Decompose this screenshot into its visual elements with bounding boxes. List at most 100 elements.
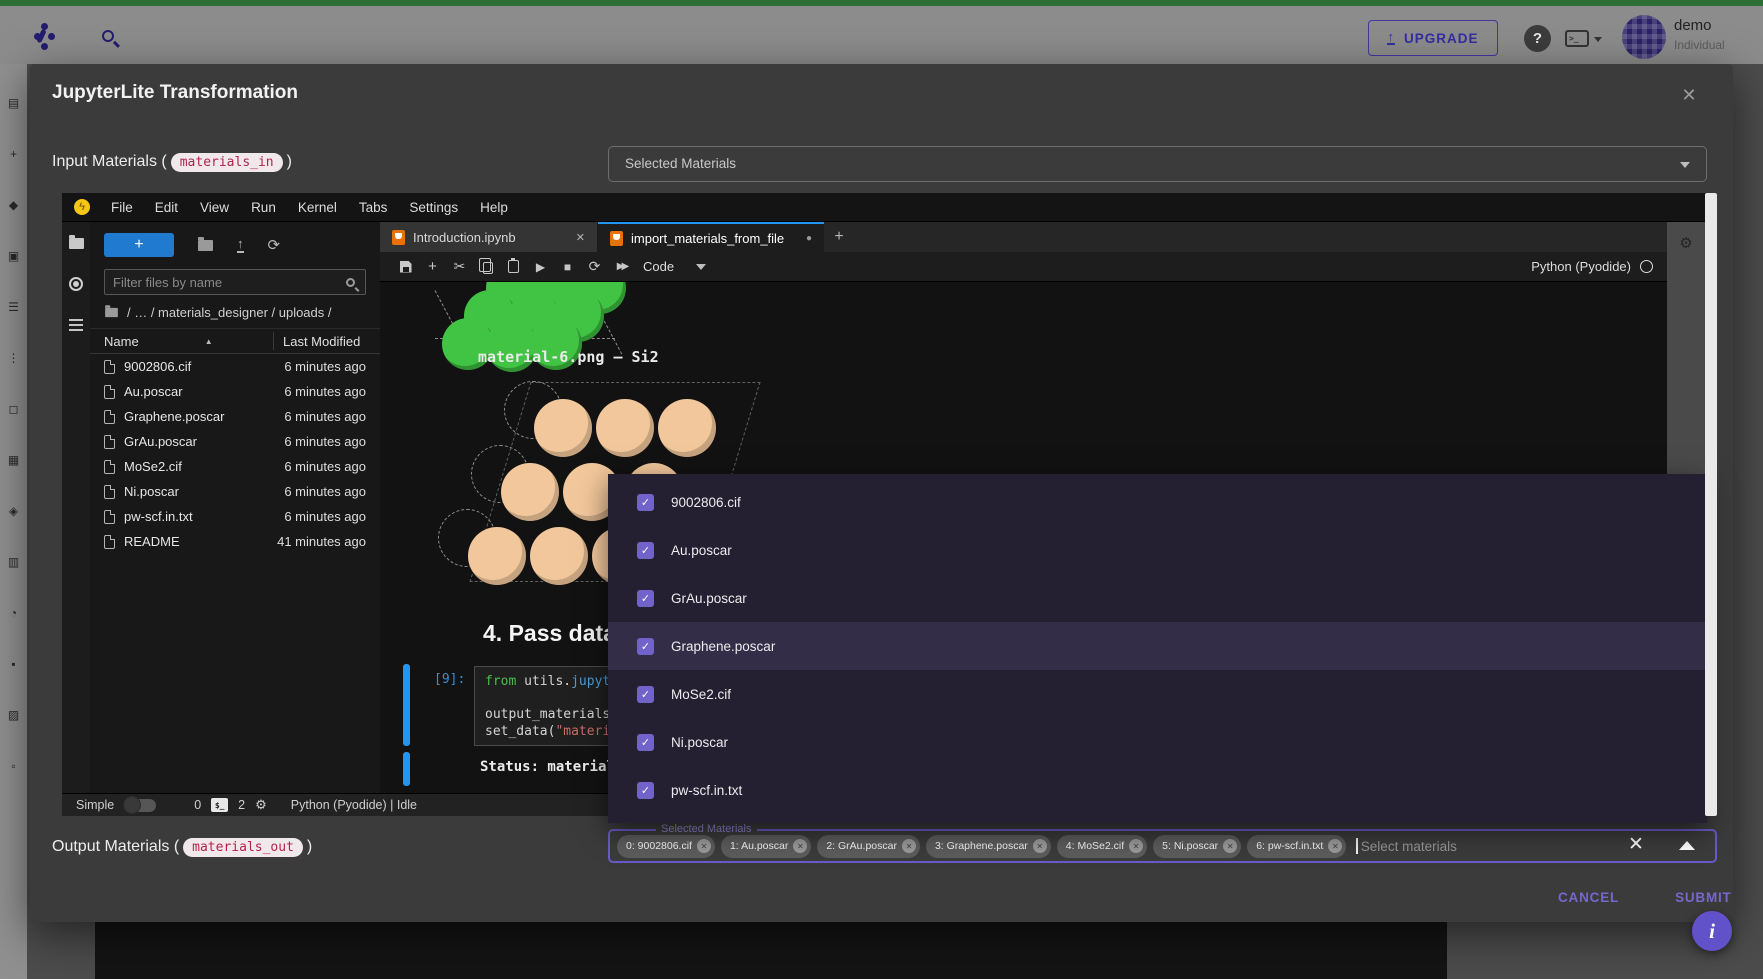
column-name[interactable]: Name xyxy=(90,334,139,349)
material-chip[interactable]: 1: Au.poscar xyxy=(721,835,811,858)
cut-icon[interactable]: ✂ xyxy=(446,258,473,275)
clear-all-icon[interactable]: ✕ xyxy=(1623,833,1649,856)
tab-close-icon[interactable]: ✕ xyxy=(576,231,585,244)
cell-type-select[interactable]: Code xyxy=(643,259,674,274)
selected-materials-multiselect[interactable]: Selected Materials 0: 9002806.cif 1: Au.… xyxy=(608,829,1717,863)
file-row[interactable]: Graphene.poscar 6 minutes ago xyxy=(90,404,380,429)
menu-item[interactable]: Edit xyxy=(144,200,189,215)
restart-run-all-icon[interactable]: ▶▶ xyxy=(608,261,635,272)
filter-files-input[interactable] xyxy=(105,275,346,290)
running-sessions-icon[interactable] xyxy=(69,277,83,291)
figure-caption: material-6.png — Si2 xyxy=(478,348,659,366)
material-option[interactable]: 9002806.cif xyxy=(608,478,1707,526)
menu-item[interactable]: Run xyxy=(240,200,287,215)
file-row[interactable]: pw-scf.in.txt 6 minutes ago xyxy=(90,504,380,529)
restart-icon[interactable]: ⟳ xyxy=(581,258,608,275)
material-chip[interactable]: 5: Ni.poscar xyxy=(1153,835,1241,858)
materials-in-pill: materials_in xyxy=(171,153,283,172)
checkbox-checked-icon[interactable] xyxy=(637,734,654,751)
file-row[interactable]: Ni.poscar 6 minutes ago xyxy=(90,479,380,504)
jupyterlite-transformation-dialog: JupyterLite Transformation ✕ Input Mater… xyxy=(30,64,1733,922)
file-icon xyxy=(104,360,115,374)
menu-item[interactable]: Help xyxy=(469,200,519,215)
chip-remove-icon[interactable] xyxy=(697,839,711,853)
text-cursor xyxy=(1356,838,1358,854)
stop-icon[interactable]: ■ xyxy=(554,260,581,274)
close-icon[interactable]: ✕ xyxy=(1674,80,1704,110)
new-tab-button[interactable]: + xyxy=(824,222,854,252)
menu-item[interactable]: Tabs xyxy=(348,200,399,215)
material-chip[interactable]: 3: Graphene.poscar xyxy=(926,835,1051,858)
save-icon[interactable] xyxy=(392,261,419,273)
menu-item[interactable]: Kernel xyxy=(287,200,348,215)
collapse-caret-icon[interactable] xyxy=(1679,841,1695,850)
file-icon xyxy=(104,510,115,524)
checkbox-checked-icon[interactable] xyxy=(637,494,654,511)
file-icon xyxy=(104,535,115,549)
chip-remove-icon[interactable] xyxy=(1223,839,1237,853)
tab-introduction[interactable]: Introduction.ipynb ✕ xyxy=(380,222,598,252)
kernel-gear-icon: ⚙ xyxy=(255,797,267,813)
refresh-icon[interactable]: ⟳ xyxy=(268,236,281,254)
kernel-name[interactable]: Python (Pyodide) xyxy=(1531,259,1631,274)
cell-indicator[interactable] xyxy=(403,664,410,746)
material-chip[interactable]: 6: pw-scf.in.txt xyxy=(1247,835,1346,858)
material-option[interactable]: Graphene.poscar xyxy=(608,622,1707,670)
file-row[interactable]: GrAu.poscar 6 minutes ago xyxy=(90,429,380,454)
chip-remove-icon[interactable] xyxy=(1033,839,1047,853)
column-last-modified[interactable]: Last Modified xyxy=(283,334,360,349)
menu-item[interactable]: View xyxy=(189,200,240,215)
materials-select-input[interactable]: Select materials xyxy=(1361,839,1457,854)
table-of-contents-icon[interactable] xyxy=(69,319,83,321)
console-menu-icon[interactable]: >_ xyxy=(1565,30,1589,47)
scrollbar[interactable] xyxy=(1705,193,1717,816)
checkbox-checked-icon[interactable] xyxy=(637,782,654,799)
add-cell-icon[interactable]: + xyxy=(419,258,446,275)
app-logo-icon[interactable] xyxy=(34,33,41,40)
file-row[interactable]: Au.poscar 6 minutes ago xyxy=(90,379,380,404)
copy-icon[interactable] xyxy=(473,259,500,274)
checkbox-checked-icon[interactable] xyxy=(637,638,654,655)
material-option[interactable]: GrAu.poscar xyxy=(608,574,1707,622)
material-option[interactable]: Ni.poscar xyxy=(608,718,1707,766)
upload-icon[interactable]: ↑ xyxy=(237,238,244,253)
menu-item[interactable]: Settings xyxy=(398,200,469,215)
search-icon[interactable] xyxy=(102,30,114,42)
checkbox-checked-icon[interactable] xyxy=(637,686,654,703)
checkbox-checked-icon[interactable] xyxy=(637,590,654,607)
breadcrumb[interactable]: / … / materials_designer / uploads / xyxy=(90,297,380,326)
tab-import-materials[interactable]: import_materials_from_file ● xyxy=(598,222,824,252)
material-chip[interactable]: 2: GrAu.poscar xyxy=(817,835,920,858)
kernel-status-text[interactable]: Python (Pyodide) | Idle xyxy=(291,798,417,812)
property-inspector-icon[interactable]: ⚙ xyxy=(1679,234,1692,252)
file-row[interactable]: 9002806.cif 6 minutes ago xyxy=(90,354,380,379)
material-option[interactable]: MoSe2.cif xyxy=(608,670,1707,718)
new-launcher-button[interactable]: + xyxy=(104,233,174,257)
material-option[interactable]: Au.poscar xyxy=(608,526,1707,574)
home-folder-icon[interactable] xyxy=(105,308,118,317)
chip-remove-icon[interactable] xyxy=(1328,839,1342,853)
chip-remove-icon[interactable] xyxy=(902,839,916,853)
chip-remove-icon[interactable] xyxy=(793,839,807,853)
cell-indicator[interactable] xyxy=(403,752,410,786)
material-option[interactable]: pw-scf.in.txt xyxy=(608,766,1707,814)
file-row[interactable]: MoSe2.cif 6 minutes ago xyxy=(90,454,380,479)
avatar[interactable] xyxy=(1622,15,1666,59)
checkbox-checked-icon[interactable] xyxy=(637,542,654,559)
simple-mode-toggle[interactable] xyxy=(124,799,156,812)
cancel-button[interactable]: CANCEL xyxy=(1550,884,1627,911)
upgrade-button[interactable]: ↑ UPGRADE xyxy=(1368,20,1498,56)
selected-materials-select[interactable]: Selected Materials xyxy=(608,146,1707,182)
new-folder-icon[interactable] xyxy=(198,240,213,251)
file-row[interactable]: README 41 minutes ago xyxy=(90,529,380,554)
material-chip[interactable]: 4: MoSe2.cif xyxy=(1057,835,1147,858)
chip-remove-icon[interactable] xyxy=(1129,839,1143,853)
menu-item[interactable]: File xyxy=(100,200,144,215)
submit-button[interactable]: SUBMIT xyxy=(1667,884,1740,911)
material-chip[interactable]: 0: 9002806.cif xyxy=(617,835,715,858)
help-button[interactable]: ? xyxy=(1524,25,1551,52)
info-fab-button[interactable]: i xyxy=(1692,911,1732,951)
file-browser-icon[interactable] xyxy=(69,238,84,249)
run-icon[interactable]: ▶ xyxy=(527,260,554,274)
paste-icon[interactable] xyxy=(500,260,527,273)
